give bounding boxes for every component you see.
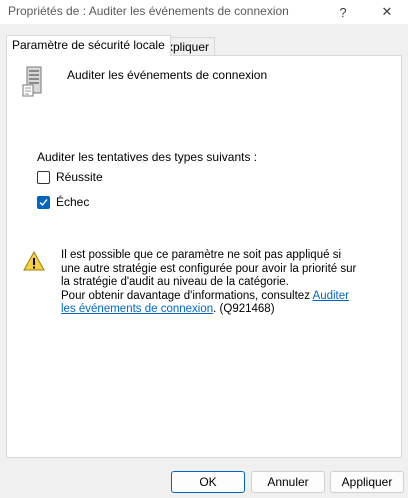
success-label: Réussite [56,170,103,184]
warning-icon [23,251,45,271]
apply-button[interactable]: Appliquer [330,471,404,493]
info-prefix: Pour obtenir davantage d'informations, c… [61,289,313,302]
cancel-button[interactable]: Annuler [251,471,325,493]
tab-strip: Paramètre de sécurité locale Expliquer [0,24,408,56]
help-button[interactable]: ? [322,0,364,24]
warning-paragraph: Il est possible que ce paramètre ne soit… [61,249,357,288]
policy-name: Auditer les événements de connexion [67,68,268,82]
audit-group-label: Auditer les tentatives des types suivant… [37,150,258,164]
failure-label: Échec [56,195,90,209]
success-checkbox[interactable] [37,170,50,184]
close-button[interactable]: ✕ [366,0,408,24]
failure-checkbox-row[interactable]: Échec [37,195,89,209]
kb-reference: . (Q921468) [213,303,275,315]
title-bar: Propriétés de : Auditer les événements d… [0,0,408,24]
success-checkbox-row[interactable]: Réussite [37,170,103,184]
failure-checkbox[interactable] [37,195,50,209]
ok-button[interactable]: OK [171,471,245,493]
tab-local-security-setting[interactable]: Paramètre de sécurité locale [6,35,171,56]
check-icon [39,198,48,206]
warning-text: Il est possible que ce paramètre ne soit… [61,249,361,317]
tab-panel: Auditer les événements de connexion Audi… [6,55,402,458]
window-title: Propriétés de : Auditer les événements d… [8,4,289,18]
server-icon [22,66,42,97]
